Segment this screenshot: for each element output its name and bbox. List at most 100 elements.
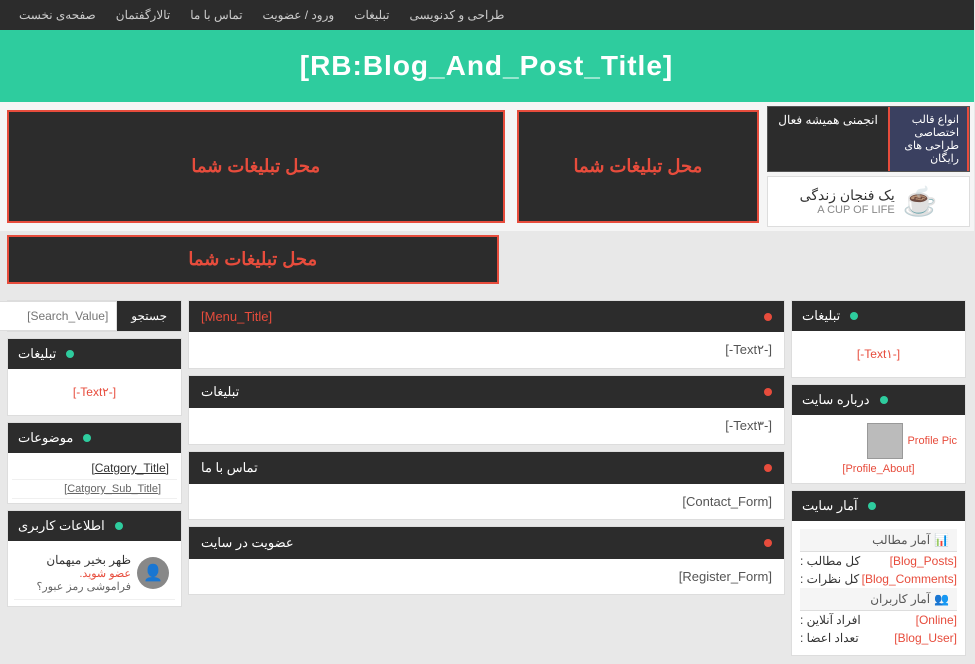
section2-body: [-Text۳-] xyxy=(190,408,785,444)
nav-login[interactable]: ورود / عضویت xyxy=(264,8,336,22)
profile-pic-label: Profile Pic xyxy=(908,435,958,447)
person-icon: 👤 xyxy=(144,563,164,583)
section2-text: [-Text۳-] xyxy=(726,418,773,433)
site-title: [RB:Blog_And_Post_Title] xyxy=(20,50,955,82)
orange-dot-icon-4 xyxy=(765,539,773,547)
top-ads-row: انواع قالب اختصاصی طراحی های رایگان انجم… xyxy=(0,102,975,231)
topics-header: موضوعات xyxy=(9,423,182,453)
section-contact: تماس با ما [Contact_Form] xyxy=(189,451,786,520)
user-greeting: ظهر بخیر میهمان xyxy=(38,553,132,567)
center-ad-left: محل تبلیغات شما xyxy=(518,110,761,223)
second-ad-row: محل تبلیغات شما xyxy=(0,231,975,292)
cup-line1: یک فنجان زندگی xyxy=(801,187,896,204)
section3-body: [Contact_Form] xyxy=(190,484,785,519)
left-ads-text: [-Text۱-] xyxy=(801,339,958,369)
green-dot-icon-2 xyxy=(881,396,889,404)
profile-about: [Profile_About] xyxy=(801,463,958,475)
section4-header: عضویت در سایت xyxy=(190,527,785,559)
second-ad-right: محل تبلیغات شما xyxy=(8,235,500,284)
stats-comments-row: [Blog_Comments] کل نظرات : xyxy=(801,570,958,588)
user-forgot[interactable]: فراموشی رمز عبور؟ xyxy=(38,580,132,593)
top-navigation: طراحی و کدنویسی تبلیغات ورود / عضویت تما… xyxy=(0,0,975,30)
stats-members-label: تعداد اعضا : xyxy=(801,631,860,645)
nav-ads[interactable]: تبلیغات xyxy=(355,8,390,22)
profile-pic xyxy=(868,423,904,459)
user-action[interactable]: عضو شوید. xyxy=(38,567,132,580)
user-info-header: اطلاعات کاربری xyxy=(9,511,182,541)
orange-dot-icon-2 xyxy=(765,388,773,396)
stats-online-value: [Online] xyxy=(917,613,958,627)
orange-dot-icon xyxy=(765,313,773,321)
left-ads-body: [-Text۱-] xyxy=(793,331,966,377)
cup-line2: A CUP OF LIFE xyxy=(801,204,896,216)
cat-sub-link[interactable]: [Catgory_Sub_Title] xyxy=(13,480,178,499)
section4-form: [Register_Form] xyxy=(680,569,773,584)
stats-posts-label: کل مطالب : xyxy=(801,554,861,568)
section1-body: [-Text۲-] xyxy=(190,332,785,368)
cup-ad: ☕ یک فنجان زندگی A CUP OF LIFE xyxy=(768,176,971,227)
section1-text: [-Text۲-] xyxy=(726,342,773,357)
user-row: 👤 ظهر بخیر میهمان عضو شوید. فراموشی رمز … xyxy=(15,547,176,600)
search-widget: جستجو xyxy=(8,300,183,332)
section-register: عضویت در سایت [Register_Form] xyxy=(189,526,786,595)
forum-ad-type: انواع قالب اختصاصی xyxy=(899,113,960,139)
nav-design[interactable]: طراحی و کدنویسی xyxy=(410,8,505,22)
nav-forum[interactable]: تالارگفتمان xyxy=(117,8,171,22)
user-avatar: 👤 xyxy=(138,557,170,589)
green-dot-user xyxy=(116,522,124,530)
stats-posts-value: [Blog_Posts] xyxy=(891,554,958,568)
search-row: جستجو xyxy=(9,301,182,331)
stats-members-row: [Blog_User] تعداد اعضا : xyxy=(801,629,958,647)
forum-ad-text: انجمنی همیشه فعال xyxy=(779,113,879,127)
topics-body: [Catgory_Title] [Catgory_Sub_Title] xyxy=(9,453,182,503)
green-dot-right-ads xyxy=(67,350,75,358)
right-sidebar: جستجو تبلیغات [-Text۲-] موضوعات [Catgory… xyxy=(8,300,183,656)
nav-contact[interactable]: تماس با ما xyxy=(191,8,243,22)
section2-title: تبلیغات xyxy=(202,384,240,400)
user-info-widget: اطلاعات کاربری 👤 ظهر بخیر میهمان عضو شوی… xyxy=(8,510,183,607)
section3-form: [Contact_Form] xyxy=(683,494,773,509)
green-dot-topics xyxy=(84,434,92,442)
section3-title: تماس با ما xyxy=(202,460,259,476)
cup-icon: ☕ xyxy=(904,185,939,218)
orange-dot-icon-3 xyxy=(765,464,773,472)
green-dot-icon xyxy=(851,312,859,320)
about-body: Profile Pic [Profile_About] xyxy=(793,415,966,483)
left-sidebar: تبلیغات [-Text۱-] درباره سایت Profile Pi… xyxy=(792,300,967,656)
green-dot-icon-3 xyxy=(869,502,877,510)
search-input[interactable] xyxy=(0,301,118,331)
stats-comments-label: کل نظرات : xyxy=(801,572,860,586)
right-ads-body: [-Text۲-] xyxy=(9,369,182,415)
about-header: درباره سایت xyxy=(793,385,966,415)
section3-header: تماس با ما xyxy=(190,452,785,484)
section-ads: تبلیغات [-Text۳-] xyxy=(189,375,786,445)
section4-body: [Register_Form] xyxy=(190,559,785,594)
user-info-body: 👤 ظهر بخیر میهمان عضو شوید. فراموشی رمز … xyxy=(9,541,182,606)
section2-header: تبلیغات xyxy=(190,376,785,408)
left-ads-header: تبلیغات xyxy=(793,301,966,331)
topics-widget: موضوعات [Catgory_Title] [Catgory_Sub_Tit… xyxy=(8,422,183,504)
top-ad-right: محل تبلیغات شما xyxy=(8,110,506,223)
stats-members-value: [Blog_User] xyxy=(895,631,958,645)
main-layout: تبلیغات [-Text۱-] درباره سایت Profile Pi… xyxy=(0,292,975,664)
center-content: [Menu_Title] [-Text۲-] تبلیغات [-Text۳-]… xyxy=(189,300,786,656)
section4-title: عضویت در سایت xyxy=(202,535,295,551)
right-ads-widget: تبلیغات [-Text۲-] xyxy=(8,338,183,416)
stats-header: آمار سایت xyxy=(793,491,966,521)
user-details: ظهر بخیر میهمان عضو شوید. فراموشی رمز عب… xyxy=(38,553,132,593)
stats-users-section: 👥 آمار کاربران xyxy=(801,588,958,611)
about-widget: درباره سایت Profile Pic [Profile_About] xyxy=(792,384,967,484)
header-banner: [RB:Blog_And_Post_Title] xyxy=(0,30,975,102)
stats-posts-row: [Blog_Posts] کل مطالب : xyxy=(801,552,958,570)
stats-widget: آمار سایت 📊 آمار مطالب [Blog_Posts] کل م… xyxy=(792,490,967,656)
nav-home[interactable]: صفحه‌ی نخست xyxy=(20,8,97,22)
stats-body: 📊 آمار مطالب [Blog_Posts] کل مطالب : [Bl… xyxy=(793,521,966,655)
section1-header: [Menu_Title] xyxy=(190,301,785,332)
right-ads-header: تبلیغات xyxy=(9,339,182,369)
cat-title-link[interactable]: [Catgory_Title] xyxy=(13,457,178,480)
search-button[interactable]: جستجو xyxy=(118,301,182,331)
forum-ad-sub: طراحی های رایگان xyxy=(899,139,960,165)
stats-posts-section: 📊 آمار مطالب xyxy=(801,529,958,552)
left-ads-widget: تبلیغات [-Text۱-] xyxy=(792,300,967,378)
stats-online-row: [Online] افراد آنلاین : xyxy=(801,611,958,629)
